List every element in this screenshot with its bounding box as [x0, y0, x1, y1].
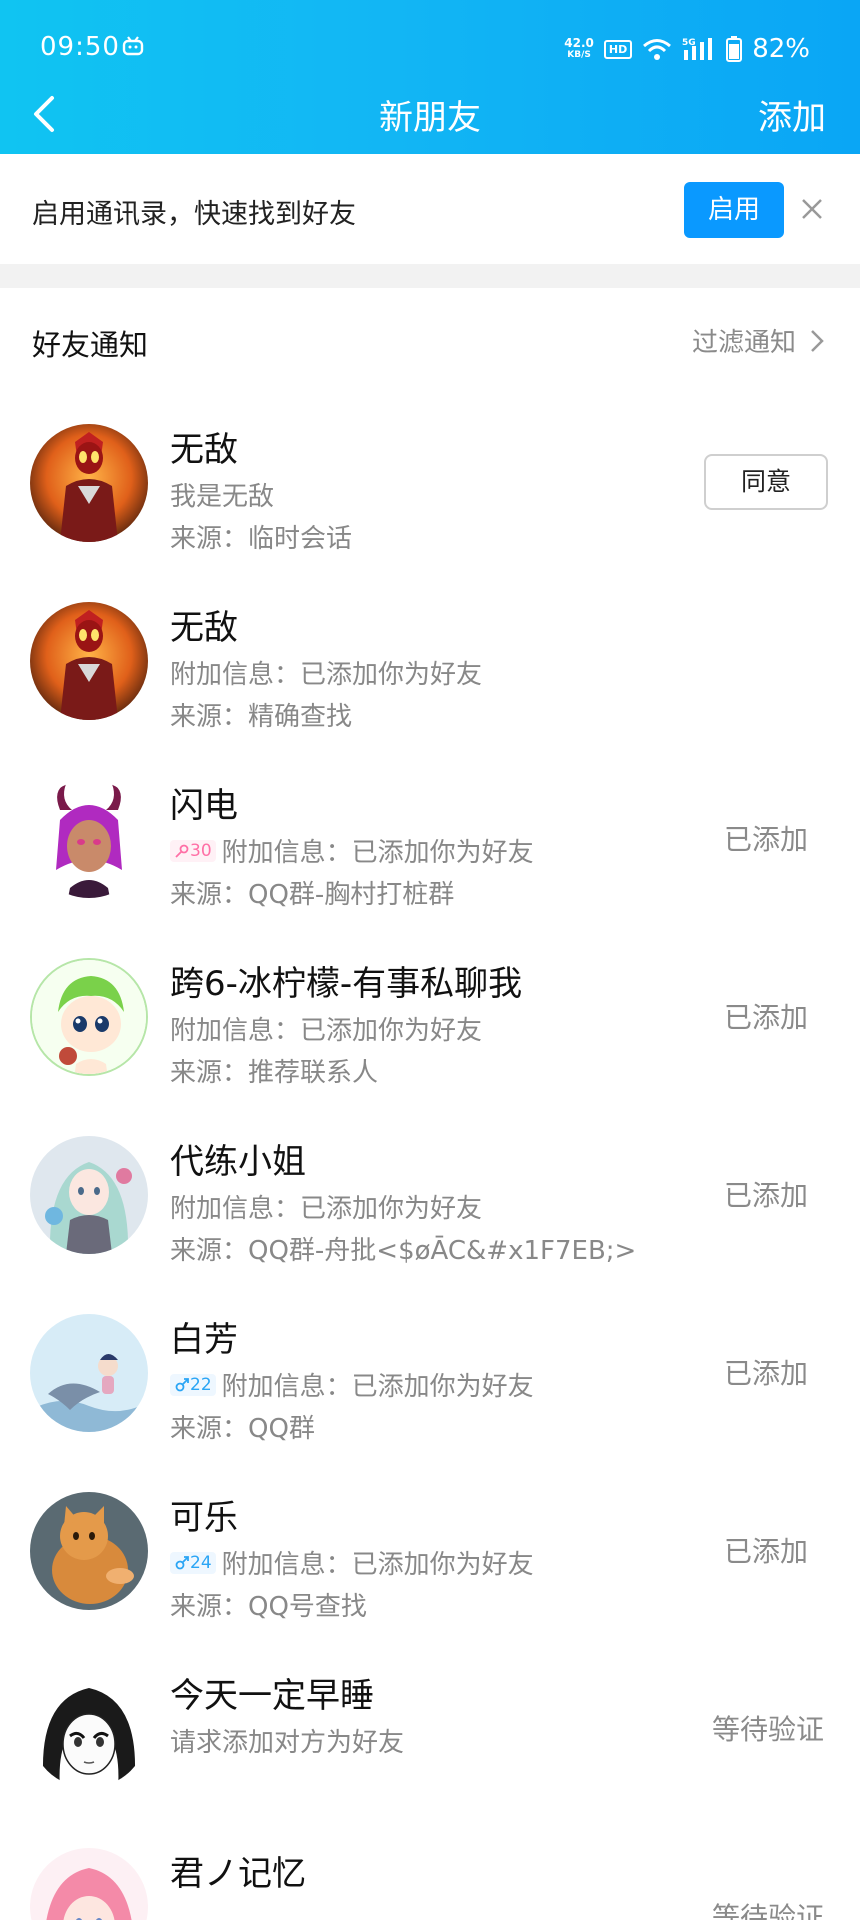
male-gender-icon: [175, 1377, 189, 1391]
requester-name: 可乐: [170, 1498, 238, 1538]
request-message: 附加信息：已添加你为好友: [170, 1194, 483, 1224]
status-time: 09:50: [40, 32, 120, 62]
added-status: 已添加: [723, 1535, 808, 1568]
requester-name: 无敌: [170, 608, 238, 648]
battery-percent: 82%: [752, 34, 810, 64]
status-indicators: 42.0 KB/S HD 5G 82%: [564, 34, 810, 64]
pending-verification-status: 等待验证: [711, 1713, 824, 1746]
ultraman-avatar[interactable]: [30, 602, 148, 720]
list-item[interactable]: 白芳 22 附加信息：已添加你为好友 来源：QQ群 已添加: [0, 1278, 860, 1456]
agree-button[interactable]: 同意: [704, 454, 828, 510]
requester-name: 今天一定早睡: [170, 1676, 374, 1716]
hd-badge: HD: [603, 39, 633, 59]
request-message: 附加信息：已添加你为好友: [170, 1016, 483, 1046]
requester-name: 无敌: [170, 430, 238, 470]
chevron-right-icon: [811, 329, 824, 352]
pink-hair-avatar[interactable]: [30, 1848, 148, 1920]
request-message: 我是无敌: [170, 482, 275, 512]
request-message: 30 附加信息：已添加你为好友: [170, 832, 534, 869]
nav-bar: 新朋友 添加: [0, 80, 860, 154]
requester-name: 跨6-冰柠檬-有事私聊我: [170, 964, 523, 1004]
list-item[interactable]: 闪电 30 附加信息：已添加你为好友 来源：QQ群-胸村打桩群 已添加: [0, 744, 860, 922]
filter-notifications-link[interactable]: 过滤通知: [692, 322, 824, 359]
request-source: 来源：QQ群: [170, 1414, 315, 1444]
pending-verification-status: 等待验证: [711, 1901, 824, 1920]
request-message: 附加信息：已添加你为好友: [170, 660, 483, 690]
enable-contacts-button[interactable]: 启用: [684, 182, 784, 238]
requester-name: 白芳: [170, 1320, 238, 1360]
demon-girl-avatar[interactable]: [30, 780, 148, 898]
list-item[interactable]: 跨6-冰柠檬-有事私聊我 附加信息：已添加你为好友 来源：推荐联系人 已添加: [0, 922, 860, 1100]
requester-name: 闪电: [170, 786, 238, 826]
female-gender-icon: [175, 844, 189, 858]
anime-girl-avatar[interactable]: [30, 1136, 148, 1254]
section-divider: [0, 264, 860, 288]
male-age-tag: 24: [170, 1551, 216, 1574]
requester-name: 代练小姐: [170, 1142, 306, 1182]
manga-girl-avatar[interactable]: [30, 1670, 148, 1788]
request-message: 请求添加对方为好友: [170, 1728, 405, 1758]
orange-cat-avatar[interactable]: [30, 1492, 148, 1610]
friend-notifications-header: 好友通知 过滤通知: [0, 288, 860, 388]
male-age-tag: 22: [170, 1373, 216, 1396]
battery-icon: [726, 36, 743, 62]
request-source: 来源：QQ群-胸村打桩群: [170, 880, 455, 910]
list-item[interactable]: 可乐 24 附加信息：已添加你为好友 来源：QQ号查找 已添加: [0, 1456, 860, 1634]
added-status: 已添加: [723, 823, 808, 856]
requester-name: 君ノ记忆: [170, 1854, 306, 1894]
female-age-tag: 30: [170, 839, 216, 862]
request-source: 来源：精确查找: [170, 702, 353, 732]
bilibili-tv-icon: [122, 36, 144, 56]
mermaid-avatar[interactable]: [30, 1314, 148, 1432]
section-title: 好友通知: [32, 328, 149, 362]
request-source: 来源：QQ群-舟批<$øĀC&#x1F7EB;>: [170, 1236, 637, 1266]
wifi-icon: [643, 39, 672, 60]
page-title: 新朋友: [379, 98, 481, 138]
banner-text: 启用通讯录，快速找到好友: [32, 199, 356, 230]
added-status: 已添加: [723, 1179, 808, 1212]
added-status: 已添加: [723, 1357, 808, 1390]
added-status: 已添加: [723, 1001, 808, 1034]
list-item[interactable]: 代练小姐 附加信息：已添加你为好友 来源：QQ群-舟批<$øĀC&#x1F7EB…: [0, 1100, 860, 1278]
ultraman-avatar[interactable]: [30, 424, 148, 542]
request-source: 来源：QQ号查找: [170, 1592, 367, 1622]
contacts-banner: 启用通讯录，快速找到好友 启用: [0, 154, 860, 264]
male-gender-icon: [175, 1555, 189, 1569]
request-message: 24 附加信息：已添加你为好友: [170, 1544, 534, 1581]
list-item[interactable]: 无敌 我是无敌 来源：临时会话 同意: [0, 388, 860, 566]
request-source: 来源：推荐联系人: [170, 1058, 379, 1088]
request-source: 来源：临时会话: [170, 524, 353, 554]
list-item[interactable]: 今天一定早睡 请求添加对方为好友 等待验证: [0, 1634, 860, 1812]
add-button[interactable]: 添加: [758, 90, 826, 139]
green-hair-chibi-avatar[interactable]: [30, 958, 148, 1076]
net-speed: 42.0 KB/S: [564, 36, 594, 60]
signal-5g-icon: 5G: [682, 38, 713, 60]
request-message: 22 附加信息：已添加你为好友: [170, 1366, 534, 1403]
list-item[interactable]: 君ノ记忆 等待验证: [0, 1812, 860, 1920]
list-item[interactable]: 无敌 附加信息：已添加你为好友 来源：精确查找: [0, 566, 860, 744]
close-icon[interactable]: [798, 190, 826, 226]
